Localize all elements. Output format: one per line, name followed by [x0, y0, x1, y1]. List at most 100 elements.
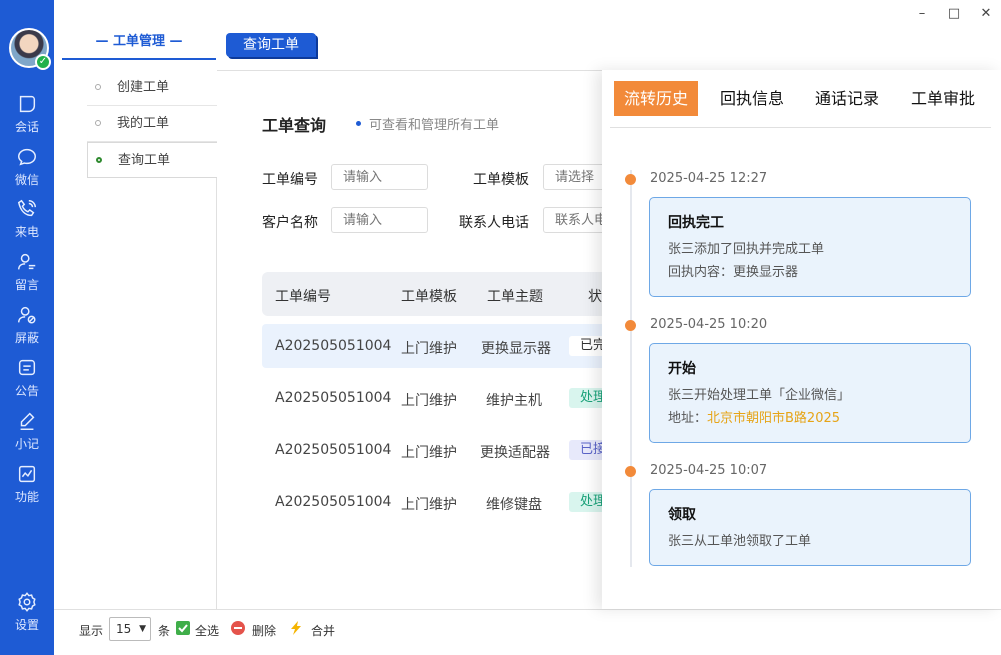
- left-nav: ✓ 会话 微信 来电 留言 屏蔽 公告 小记 功能 设置: [0, 0, 54, 655]
- event-title: 回执完工: [668, 215, 724, 231]
- select-all-button[interactable]: 全选: [195, 622, 219, 639]
- event-title: 领取: [668, 507, 696, 523]
- unit-label: 条: [158, 624, 171, 638]
- close-button[interactable]: ✕: [979, 6, 993, 21]
- event-time: 2025-04-25 12:27: [650, 171, 768, 186]
- side-menu: 创建工单 我的工单 查询工单: [87, 70, 217, 178]
- nav-item-wechat[interactable]: 微信: [0, 146, 54, 192]
- column-header: 状: [588, 289, 602, 305]
- tab-receipt-info[interactable]: 回执信息: [710, 81, 794, 116]
- nav-label: 设置: [14, 618, 39, 632]
- nav-item-message[interactable]: 留言: [0, 251, 54, 297]
- customer-label: 客户名称: [262, 215, 318, 231]
- cell-subject: 更换显示器: [481, 341, 551, 357]
- timeline-card: 领取 张三从工单池领取了工单: [649, 489, 971, 566]
- message-user-icon: [18, 253, 36, 270]
- sidemenu-item-query-orders[interactable]: 查询工单: [87, 142, 217, 178]
- column-header: 工单模板: [401, 289, 457, 305]
- nav-label: 小记: [14, 437, 39, 451]
- nav-item-chat[interactable]: 会话: [0, 93, 54, 139]
- timeline-dot: [625, 174, 636, 185]
- event-title: 开始: [668, 361, 696, 377]
- nav-item-block[interactable]: 屏蔽: [0, 304, 54, 350]
- order-no-label: 工单编号: [262, 172, 318, 188]
- tab-call-records[interactable]: 通话记录: [805, 81, 889, 116]
- cell-template: 上门维护: [401, 497, 457, 513]
- online-status-badge: ✓: [35, 54, 51, 70]
- sidemenu-item-create-order[interactable]: 创建工单: [87, 70, 217, 106]
- column-header: 工单主题: [487, 289, 543, 305]
- dot-icon: [95, 84, 101, 90]
- event-line: 张三开始处理工单「企业微信」: [668, 388, 851, 403]
- minimize-button[interactable]: –: [915, 6, 929, 21]
- wechat-icon: [18, 148, 36, 166]
- nav-item-settings[interactable]: 设置: [0, 591, 54, 637]
- section-title: — 工单管理 —: [62, 32, 216, 60]
- event-time: 2025-04-25 10:07: [650, 463, 768, 478]
- cell-order-no: A202505051004: [275, 338, 392, 354]
- cell-order-no: A202505051004: [275, 494, 392, 510]
- nav-label: 屏蔽: [14, 331, 39, 345]
- nav-label: 来电: [14, 225, 39, 239]
- bullet-icon: [356, 121, 361, 126]
- nav-label: 会话: [14, 120, 39, 134]
- tab-query-order[interactable]: 查询工单: [226, 33, 316, 57]
- gear-icon: [18, 592, 36, 612]
- event-time: 2025-04-25 10:20: [650, 317, 768, 332]
- nav-item-call[interactable]: 来电: [0, 198, 54, 244]
- column-header: 工单编号: [275, 289, 331, 305]
- nav-label: 微信: [14, 173, 39, 187]
- cell-template: 上门维护: [401, 393, 457, 409]
- order-no-input[interactable]: [331, 164, 428, 190]
- cell-subject: 维修键盘: [486, 497, 542, 513]
- nav-label: 功能: [14, 490, 39, 504]
- timeline-line: [630, 170, 632, 567]
- show-label: 显示: [79, 624, 104, 638]
- page-size-value: 15: [116, 622, 132, 636]
- timeline-dot: [625, 320, 636, 331]
- tab-order-approval[interactable]: 工单审批: [901, 81, 985, 116]
- customer-input[interactable]: [331, 207, 428, 233]
- checkbox-checked-icon[interactable]: [175, 620, 191, 636]
- event-line: 张三从工单池领取了工单: [668, 534, 812, 549]
- cell-template: 上门维护: [401, 341, 457, 357]
- phone-icon: [17, 199, 36, 217]
- avatar[interactable]: ✓: [9, 28, 51, 70]
- delete-button[interactable]: 删除: [252, 622, 276, 639]
- chart-icon: [18, 465, 36, 483]
- merge-button[interactable]: 合并: [311, 622, 335, 639]
- delete-icon[interactable]: [230, 620, 246, 636]
- sidemenu-item-label: 查询工单: [118, 153, 171, 168]
- lightning-icon[interactable]: [288, 620, 304, 636]
- timeline-card: 回执完工 张三添加了回执并完成工单 回执内容：更换显示器: [649, 197, 971, 297]
- timeline-card: 开始 张三开始处理工单「企业微信」 地址：北京市朝阳市B路2025: [649, 343, 971, 443]
- nav-item-functions[interactable]: 功能: [0, 463, 54, 509]
- tab-flow-history[interactable]: 流转历史: [614, 81, 699, 116]
- cell-subject: 维护主机: [486, 393, 542, 409]
- notice-icon: [18, 359, 36, 376]
- event-line: 地址：北京市朝阳市B路2025: [668, 407, 952, 430]
- contact-phone-label: 联系人电话: [459, 215, 529, 231]
- sidemenu-item-label: 创建工单: [117, 80, 170, 95]
- timeline-dot: [625, 466, 636, 477]
- maximize-button[interactable]: □: [947, 6, 961, 21]
- sidemenu-item-my-orders[interactable]: 我的工单: [87, 106, 217, 142]
- nav-label: 公告: [14, 384, 39, 398]
- block-user-icon: [18, 306, 36, 324]
- divider: [610, 127, 991, 128]
- dot-icon: [96, 157, 102, 163]
- event-line: 张三添加了回执并完成工单: [668, 242, 825, 257]
- address-value: 北京市朝阳市B路2025: [707, 411, 841, 426]
- nav-item-notice[interactable]: 公告: [0, 357, 54, 403]
- cell-order-no: A202505051004: [275, 390, 392, 406]
- cell-subject: 更换适配器: [480, 445, 550, 461]
- chat-bubble-icon: [19, 95, 36, 113]
- page-size-select[interactable]: 15 ▼: [109, 617, 151, 641]
- nav-label: 留言: [14, 278, 39, 292]
- page-title: 工单查询: [262, 116, 327, 135]
- window-controls: – □ ✕: [915, 6, 993, 21]
- nav-item-notes[interactable]: 小记: [0, 410, 54, 456]
- page-hint: 可查看和管理所有工单: [356, 114, 499, 133]
- template-label: 工单模板: [473, 172, 529, 188]
- address-label: 地址：: [668, 411, 708, 426]
